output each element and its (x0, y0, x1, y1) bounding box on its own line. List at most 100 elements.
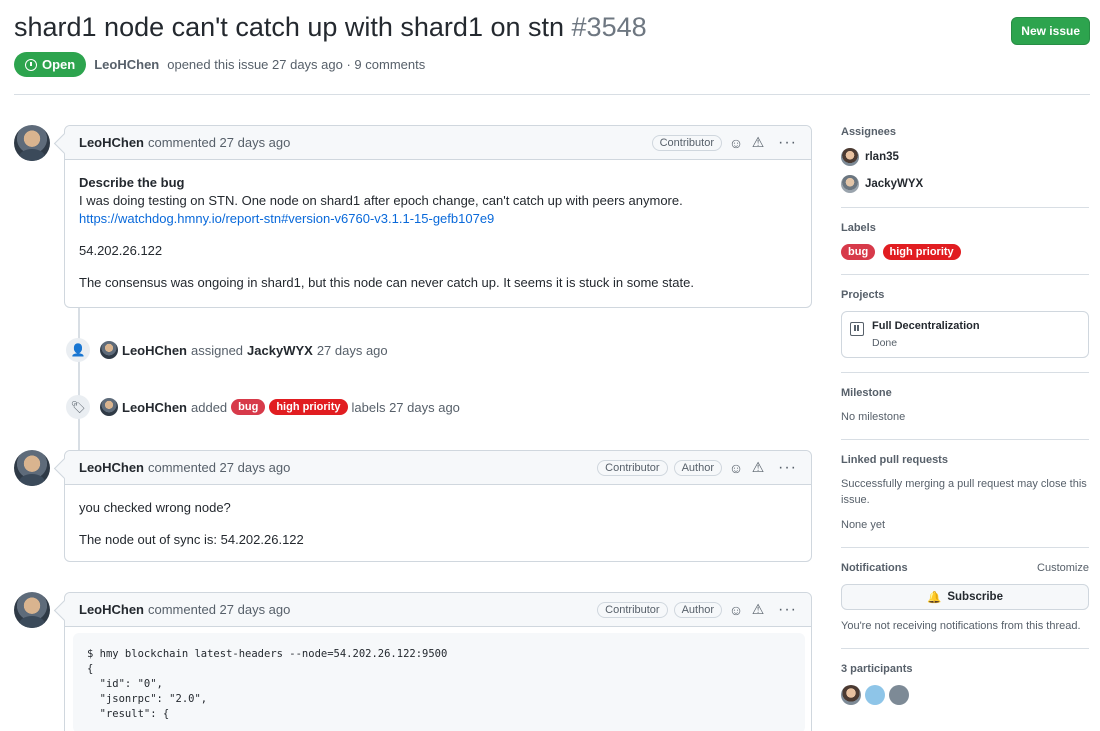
comment-paragraph: The consensus was ongoing in shard1, but… (79, 275, 694, 290)
assignees-title[interactable]: Assignees (841, 126, 1089, 138)
assignees-section: Assignees rlan35 JackyWYX (841, 126, 1089, 208)
assignee-item[interactable]: JackyWYX (841, 175, 1089, 193)
comment-text: The node out of sync is: 54.202.26.122 (79, 532, 304, 547)
comment-card: LeoHChen commented 27 days ago Contribut… (64, 592, 812, 731)
avatar (841, 175, 859, 193)
projects-section: Projects Full Decentralization Done (841, 289, 1089, 373)
customize-link[interactable]: Customize (1037, 562, 1089, 574)
assignee-name: rlan35 (865, 151, 899, 163)
event-target[interactable]: JackyWYX (247, 343, 313, 358)
issue-title-text: shard1 node can't catch up with shard1 o… (14, 12, 565, 42)
comment-ip: 54.202.26.122 (79, 243, 163, 258)
role-badge: Contributor (597, 601, 668, 618)
more-options-icon[interactable]: ··· (778, 601, 797, 619)
comment-body: you checked wrong node? The node out of … (65, 485, 811, 563)
avatar[interactable] (14, 125, 50, 161)
project-board-icon (850, 322, 864, 336)
report-icon[interactable]: ⚠ (750, 601, 766, 618)
assignee-name: JackyWYX (865, 178, 924, 190)
subscribe-button[interactable]: 🔔 Subscribe (841, 584, 1089, 610)
more-options-icon[interactable]: ··· (778, 134, 797, 152)
avatar[interactable] (14, 592, 50, 628)
role-badge: Contributor (597, 459, 668, 476)
comment-header: LeoHChen commented 27 days ago Contribut… (65, 593, 811, 627)
avatar[interactable] (100, 398, 118, 416)
comment-time[interactable]: commented 27 days ago (148, 460, 290, 475)
project-status: Done (872, 337, 898, 349)
comment-header: LeoHChen commented 27 days ago Contribut… (65, 451, 811, 485)
avatar[interactable] (100, 341, 118, 359)
comment-link[interactable]: https://watchdog.hmny.io/report-stn#vers… (79, 211, 494, 226)
participants-title: 3 participants (841, 663, 913, 675)
issue-meta-text: opened this issue 27 days ago · 9 commen… (167, 57, 426, 72)
notifications-title: Notifications (841, 562, 908, 574)
smiley-icon[interactable]: ☺ (728, 602, 744, 618)
event-actor[interactable]: LeoHChen (122, 343, 187, 358)
timeline-line (78, 308, 80, 458)
bell-icon: 🔔 (927, 592, 942, 604)
comment-author[interactable]: LeoHChen (79, 135, 144, 150)
comment-text: you checked wrong node? (79, 500, 231, 515)
label-high-priority[interactable]: high priority (269, 399, 348, 415)
issue-open-icon (25, 58, 37, 71)
label-high-priority[interactable]: high priority (882, 244, 961, 260)
participants-section: 3 participants (841, 663, 1089, 705)
event-action: added (191, 399, 228, 415)
comment-card: LeoHChen commented 27 days ago Contribut… (64, 125, 812, 308)
comment-body: Describe the bug I was doing testing on … (65, 160, 811, 306)
event-time[interactable]: 27 days ago (317, 343, 388, 358)
comment-time[interactable]: commented 27 days ago (148, 135, 290, 150)
status-badge: Open (14, 52, 87, 77)
new-issue-button[interactable]: New issue (1011, 17, 1090, 45)
project-name[interactable]: Full Decentralization (872, 320, 980, 332)
report-icon[interactable]: ⚠ (750, 134, 766, 151)
author-badge: Author (673, 459, 723, 476)
project-card[interactable]: Full Decentralization Done (841, 311, 1089, 358)
event-actor[interactable]: LeoHChen (122, 400, 187, 415)
issue-number: #3548 (571, 12, 647, 42)
linked-prs-value: None yet (841, 519, 886, 531)
milestone-title[interactable]: Milestone (841, 387, 1089, 399)
tag-icon: 🏷 (66, 395, 90, 419)
linked-prs-section: Linked pull requests Successfully mergin… (841, 454, 1089, 548)
projects-title[interactable]: Projects (841, 289, 1089, 301)
avatar[interactable] (841, 685, 861, 705)
timeline-event-assigned: 👤 LeoHChen assigned JackyWYX 27 days ago (66, 338, 388, 362)
notifications-desc: You're not receiving notifications from … (841, 620, 1081, 632)
label-bug[interactable]: bug (231, 399, 266, 415)
assignee-item[interactable]: rlan35 (841, 148, 1089, 166)
more-options-icon[interactable]: ··· (778, 459, 797, 477)
issue-header: shard1 node can't catch up with shard1 o… (14, 8, 1090, 77)
avatar[interactable] (14, 450, 50, 486)
role-badge: Contributor (651, 134, 723, 151)
notifications-header: Notifications Customize (841, 562, 1089, 574)
milestone-value: No milestone (841, 411, 906, 423)
report-icon[interactable]: ⚠ (750, 459, 766, 476)
issue-title: shard1 node can't catch up with shard1 o… (14, 8, 1090, 46)
notifications-section: Notifications Customize 🔔 Subscribe You'… (841, 562, 1089, 649)
person-icon: 👤 (66, 338, 90, 362)
comment-time[interactable]: commented 27 days ago (148, 602, 290, 617)
participants-list (841, 685, 1089, 705)
smiley-icon[interactable]: ☺ (728, 135, 744, 151)
status-label: Open (42, 57, 76, 72)
comment-author[interactable]: LeoHChen (79, 460, 144, 475)
comment-author[interactable]: LeoHChen (79, 602, 144, 617)
issue-meta: Open LeoHChen opened this issue 27 days … (14, 52, 425, 77)
linked-prs-desc: Successfully merging a pull request may … (841, 478, 1087, 506)
avatar[interactable] (865, 685, 885, 705)
label-bug[interactable]: bug (841, 244, 876, 260)
labels-title[interactable]: Labels (841, 222, 1089, 234)
issue-author-link[interactable]: LeoHChen (94, 57, 159, 72)
code-block: $ hmy blockchain latest-headers --node=5… (73, 633, 805, 731)
event-suffix: labels 27 days ago (351, 399, 460, 415)
avatar[interactable] (889, 685, 909, 705)
issue-sidebar: Assignees rlan35 JackyWYX Labels bug hig… (841, 126, 1089, 705)
subscribe-label: Subscribe (947, 591, 1003, 603)
event-action: assigned (191, 342, 244, 358)
labels-section: Labels bug high priority (841, 222, 1089, 275)
timeline-event-labeled: 🏷 LeoHChen added bug high priority label… (66, 395, 460, 419)
author-badge: Author (673, 601, 723, 618)
linked-prs-title[interactable]: Linked pull requests (841, 454, 1089, 466)
smiley-icon[interactable]: ☺ (728, 460, 744, 476)
